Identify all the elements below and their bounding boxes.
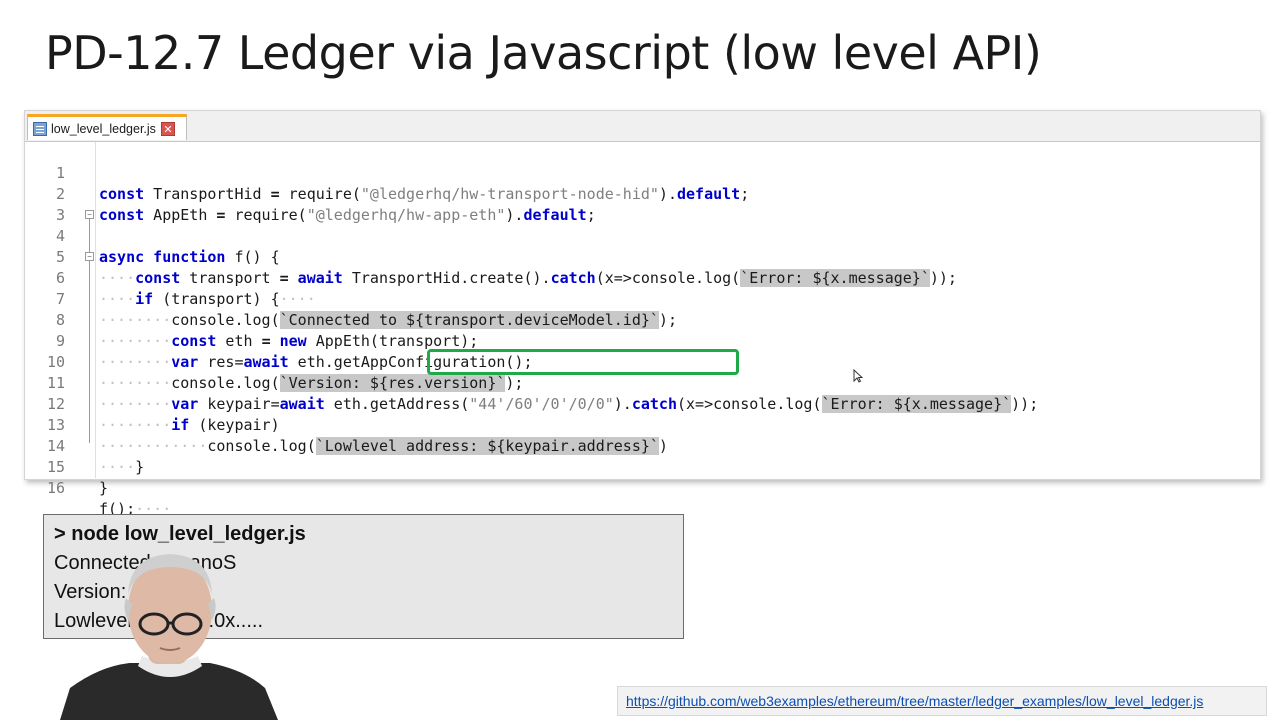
source-link[interactable]: https://github.com/web3examples/ethereum… <box>626 693 1203 709</box>
presenter-video-overlay <box>60 548 278 720</box>
code-line: 4 async function f() { <box>25 205 1260 266</box>
code-line: 16 f();···· <box>25 457 1260 518</box>
code-line: 7 ········console.log(`Connected to ${tr… <box>25 268 1260 329</box>
terminal-command: > node low_level_ledger.js <box>54 523 306 545</box>
code-line: 6 ····if (transport) {···· <box>25 247 1260 308</box>
code-line: 12 ········if (keypair) <box>25 373 1260 434</box>
line-number: 16 <box>46 479 65 497</box>
code-token: } <box>99 479 109 497</box>
code-line: 2 const AppEth = require("@ledgerhq/hw-a… <box>25 163 1260 224</box>
mouse-cursor-icon <box>853 368 864 386</box>
source-url-box: https://github.com/web3examples/ethereum… <box>617 686 1267 716</box>
code-line: 1 const TransportHid = require("@ledgerh… <box>25 142 1260 203</box>
editor-tab-bar: low_level_ledger.js ✕ <box>25 111 1260 142</box>
code-line: 13 ············console.log(`Lowlevel add… <box>25 394 1260 455</box>
code-line: 14 ····} <box>25 415 1260 476</box>
code-line: 8 ········const eth = new AppEth(transpo… <box>25 289 1260 350</box>
close-tab-icon[interactable]: ✕ <box>160 121 175 136</box>
file-icon <box>33 121 47 136</box>
get-address-highlight <box>427 349 739 375</box>
code-editor[interactable]: low_level_ledger.js ✕ − − 1 const Transp… <box>24 110 1261 518</box>
code-line: 3 <box>25 184 1260 224</box>
code-line: 9 ········var res=await eth.getAppConfig… <box>25 310 1260 371</box>
file-tab[interactable]: low_level_ledger.js ✕ <box>27 114 187 140</box>
slide-title: PD-12.7 Ledger via Javascript (low level… <box>45 26 1042 80</box>
file-tab-label: low_level_ledger.js <box>51 121 156 136</box>
code-line: 15 } <box>25 436 1260 497</box>
code-line: 5 ····const transport = await TransportH… <box>25 226 1260 287</box>
